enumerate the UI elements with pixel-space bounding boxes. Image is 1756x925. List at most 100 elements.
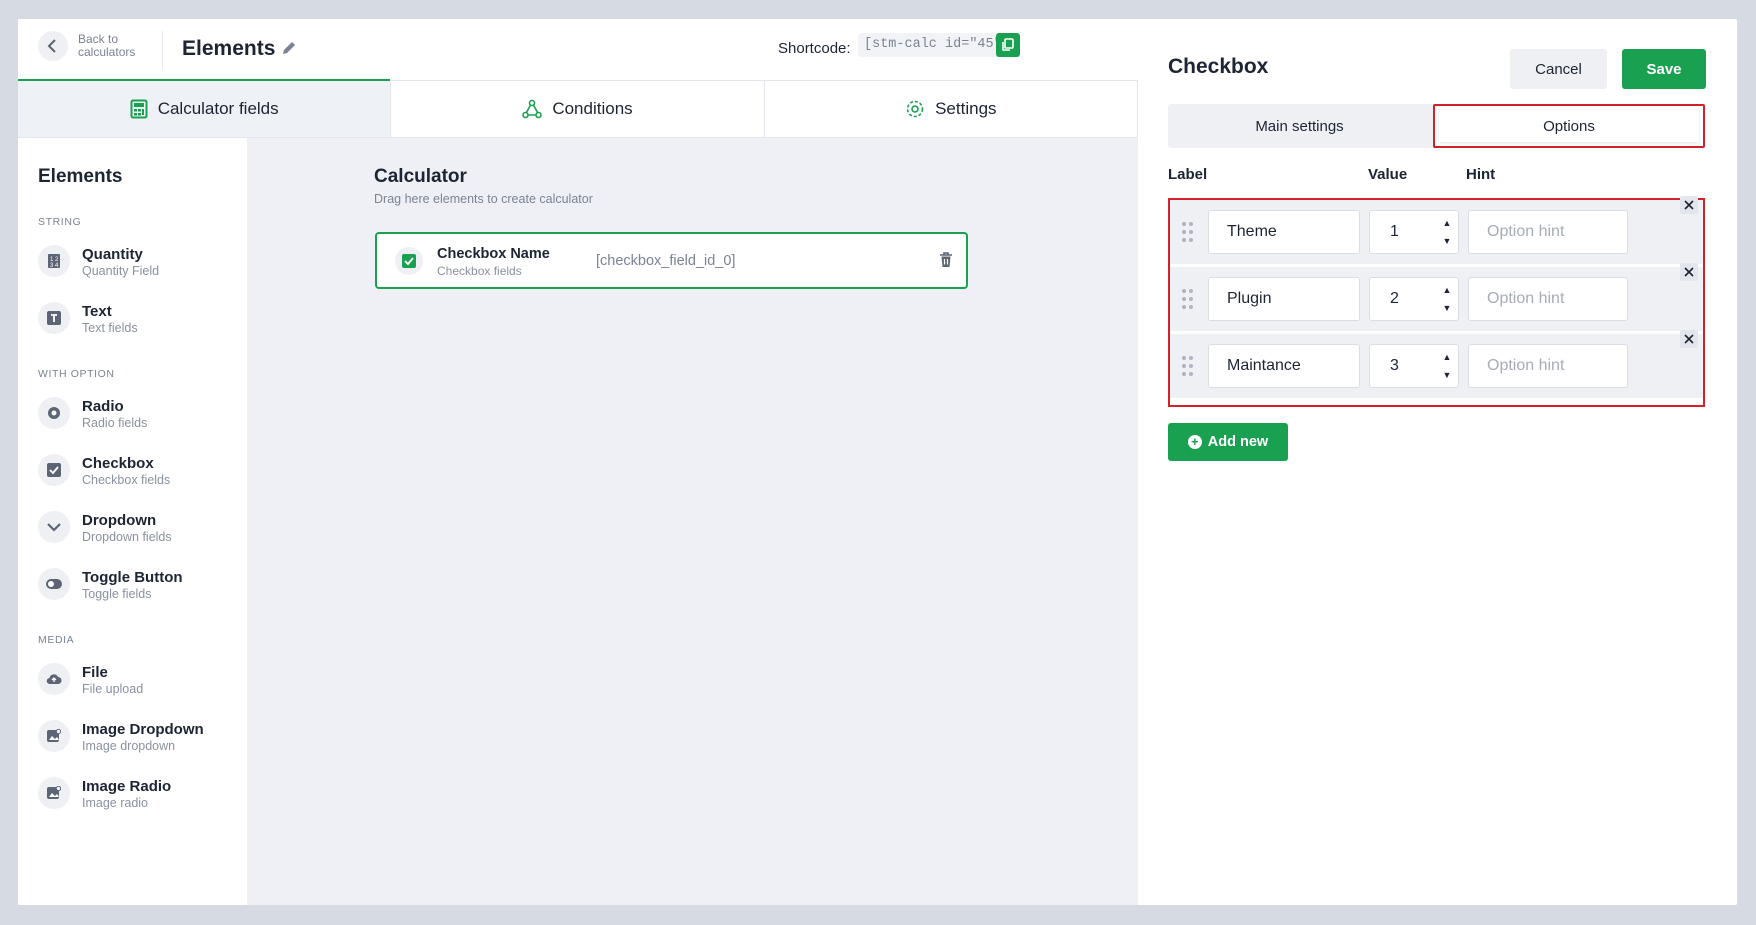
sidebar-item-toggle-button[interactable]: Toggle Button Toggle fields	[38, 564, 238, 608]
stepper-up-icon[interactable]: ▲	[1440, 281, 1454, 299]
drag-handle-icon[interactable]	[1182, 289, 1194, 309]
group-label-string: STRING	[38, 216, 82, 228]
column-header-value: Value	[1368, 166, 1408, 183]
calculator-icon	[130, 99, 148, 119]
field-type: Checkbox fields	[437, 264, 522, 278]
drag-handle-icon[interactable]	[1182, 356, 1194, 376]
sidebar-item-image-dropdown[interactable]: Image Dropdown Image dropdown	[38, 716, 238, 760]
toggle-icon	[38, 568, 70, 600]
stepper-up-icon[interactable]: ▲	[1440, 348, 1454, 366]
sidebar-item-label: Radio	[82, 398, 124, 415]
tab-calculator-fields[interactable]: Calculator fields	[18, 79, 392, 137]
shortcode-value[interactable]: [stm-calc id="45"]	[858, 33, 1016, 57]
sidebar-item-sub: File upload	[82, 682, 144, 696]
panel-title: Checkbox	[1168, 55, 1269, 78]
remove-option-button[interactable]	[1680, 196, 1698, 214]
sidebar-item-label: Quantity	[82, 246, 143, 263]
sidebar-item-sub: Image dropdown	[82, 739, 176, 753]
sidebar-item-label: Image Radio	[82, 778, 172, 795]
chevron-down-icon	[38, 511, 70, 543]
close-icon	[1684, 200, 1694, 210]
field-id: [checkbox_field_id_0]	[596, 253, 736, 269]
sidebar-item-image-radio[interactable]: Image Radio Image radio	[38, 773, 238, 817]
calculator-canvas[interactable]: Calculator Drag here elements to create …	[247, 138, 1138, 905]
back-button[interactable]	[38, 31, 68, 61]
close-icon	[1684, 334, 1694, 344]
gear-icon	[906, 100, 924, 118]
sidebar-item-checkbox[interactable]: Checkbox Checkbox fields	[38, 450, 238, 494]
trash-icon[interactable]	[936, 250, 956, 270]
option-hint-input[interactable]	[1468, 277, 1628, 321]
column-header-hint: Hint	[1466, 166, 1496, 183]
checkbox-icon	[395, 247, 423, 275]
save-button[interactable]: Save	[1622, 49, 1706, 89]
tab-settings[interactable]: Settings	[765, 81, 1138, 137]
tab-conditions[interactable]: Conditions	[391, 81, 765, 137]
image-icon	[38, 720, 70, 752]
close-icon	[1684, 267, 1694, 277]
cancel-button[interactable]: Cancel	[1510, 49, 1607, 89]
radio-icon	[38, 397, 70, 429]
option-label-input[interactable]	[1208, 210, 1360, 254]
divider	[162, 31, 163, 69]
copy-button[interactable]	[996, 33, 1020, 57]
value-stepper[interactable]: ▲ ▼	[1440, 281, 1454, 317]
sidebar-item-quantity[interactable]: 1 23 4 Quantity Quantity Field	[38, 241, 238, 285]
sidebar-item-label: Dropdown	[82, 512, 157, 529]
group-label-media: MEDIA	[38, 634, 75, 646]
drag-handle-icon[interactable]	[1182, 222, 1194, 242]
sidebar-item-dropdown[interactable]: Dropdown Dropdown fields	[38, 507, 238, 551]
sidebar-item-sub: Toggle fields	[82, 587, 152, 601]
stepper-up-icon[interactable]: ▲	[1440, 214, 1454, 232]
sidebar-item-label: Toggle Button	[82, 569, 183, 586]
checkbox-icon	[38, 454, 70, 486]
stepper-down-icon[interactable]: ▼	[1440, 366, 1454, 384]
app-window: Back to calculators Elements Shortcode: …	[18, 19, 1737, 905]
field-name: Checkbox Name	[437, 246, 550, 262]
elements-sidebar: Elements STRING 1 23 4 Quantity Quantity…	[18, 138, 247, 905]
sidebar-item-text[interactable]: Text Text fields	[38, 298, 238, 342]
sidebar-item-sub: Dropdown fields	[82, 530, 172, 544]
add-option-button[interactable]: + Add new	[1168, 423, 1288, 461]
back-link-label[interactable]: Back to calculators	[78, 33, 168, 59]
page-title: Elements	[182, 37, 276, 60]
remove-option-button[interactable]	[1680, 263, 1698, 281]
value-stepper[interactable]: ▲ ▼	[1440, 214, 1454, 250]
option-label-input[interactable]	[1208, 277, 1360, 321]
field-settings-panel: Checkbox Cancel Save Main settings Optio…	[1138, 19, 1737, 905]
stepper-down-icon[interactable]: ▼	[1440, 299, 1454, 317]
panel-tabs: Main settings Options	[1168, 104, 1705, 148]
sidebar-item-file[interactable]: File File upload	[38, 659, 238, 703]
sidebar-item-sub: Quantity Field	[82, 264, 160, 278]
canvas-subtitle: Drag here elements to create calculator	[374, 192, 593, 206]
shortcode-label: Shortcode:	[778, 40, 851, 57]
top-bar: Back to calculators Elements Shortcode: …	[18, 19, 1138, 80]
plus-icon: +	[1187, 435, 1202, 449]
add-option-label: Add new	[1207, 434, 1269, 450]
tab-options[interactable]: Options	[1433, 104, 1705, 148]
tab-main-settings[interactable]: Main settings	[1168, 104, 1431, 148]
tab-options-label: Options	[1439, 110, 1699, 142]
text-icon	[38, 302, 70, 334]
option-hint-input[interactable]	[1468, 210, 1628, 254]
value-stepper[interactable]: ▲ ▼	[1440, 348, 1454, 384]
sidebar-item-label: Text	[82, 303, 112, 320]
chevron-left-icon	[47, 39, 56, 53]
option-label-input[interactable]	[1208, 344, 1360, 388]
canvas-title: Calculator	[374, 166, 467, 187]
option-row: ▲▼	[1170, 196, 1703, 264]
pencil-icon[interactable]	[281, 40, 297, 56]
tab-label: Settings	[935, 99, 997, 118]
remove-option-button[interactable]	[1680, 330, 1698, 348]
sidebar-item-radio[interactable]: Radio Radio fields	[38, 393, 238, 437]
sidebar-item-label: Image Dropdown	[82, 721, 204, 738]
conditions-icon	[522, 99, 543, 119]
option-hint-input[interactable]	[1468, 344, 1628, 388]
sidebar-item-sub: Text fields	[82, 321, 138, 335]
cloud-upload-icon	[38, 663, 70, 695]
image-icon	[38, 777, 70, 809]
stepper-down-icon[interactable]: ▼	[1440, 232, 1454, 250]
options-list: ▲▼ ▲▼ ▲▼	[1168, 196, 1705, 407]
sidebar-item-label: File	[82, 664, 108, 681]
calculator-field-card[interactable]: Checkbox Name Checkbox fields [checkbox_…	[375, 232, 968, 289]
